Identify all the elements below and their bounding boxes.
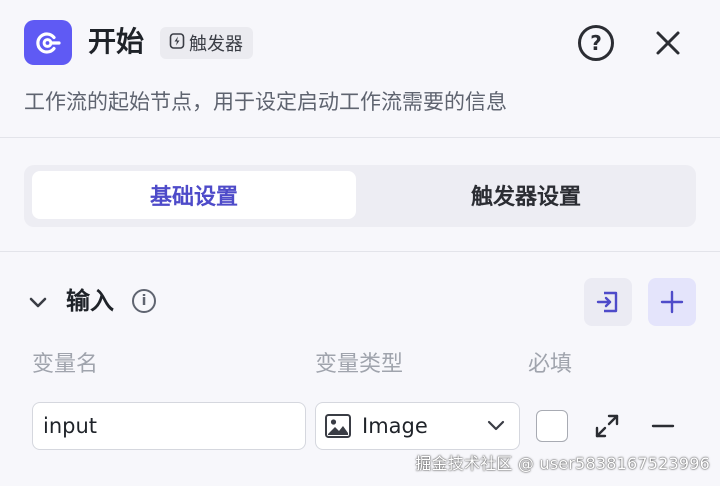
info-icon[interactable]: i xyxy=(132,289,156,313)
image-icon xyxy=(325,414,351,438)
node-title: 开始 xyxy=(88,25,145,58)
add-variable-button[interactable] xyxy=(648,278,696,326)
lightning-icon xyxy=(168,32,186,55)
variable-name-input[interactable] xyxy=(32,402,306,450)
node-header: 开始 触发器 ? 工作流的起始节点，用于设定启动工作流需要的信息 xyxy=(0,0,720,138)
trigger-badge: 触发器 xyxy=(160,27,253,59)
close-icon xyxy=(656,31,680,55)
column-header-variable-name: 变量名 xyxy=(32,352,99,377)
import-variables-button[interactable] xyxy=(584,278,632,326)
column-header-variable-type: 变量类型 xyxy=(315,352,404,377)
import-icon xyxy=(596,291,618,313)
input-section-title: 输入 xyxy=(66,287,114,315)
chevron-down-icon xyxy=(487,420,505,431)
settings-tabs-area: 基础设置 触发器设置 xyxy=(0,139,720,252)
plus-icon xyxy=(660,290,684,314)
tab-trigger-settings[interactable]: 触发器设置 xyxy=(364,171,688,219)
node-description: 工作流的起始节点，用于设定启动工作流需要的信息 xyxy=(24,90,507,114)
remove-variable-icon[interactable] xyxy=(650,413,676,439)
collapse-chevron-icon[interactable] xyxy=(28,293,48,313)
info-glyph: i xyxy=(141,293,147,309)
trigger-badge-label: 触发器 xyxy=(189,34,243,55)
variable-type-value: Image xyxy=(362,414,428,438)
variable-type-select[interactable]: Image xyxy=(315,402,520,450)
settings-tabs: 基础设置 触发器设置 xyxy=(24,165,696,227)
expand-icon[interactable] xyxy=(594,413,620,439)
question-icon: ? xyxy=(590,31,602,55)
close-button[interactable] xyxy=(652,27,684,59)
tab-basic-settings[interactable]: 基础设置 xyxy=(32,171,356,219)
help-button[interactable]: ? xyxy=(578,25,614,61)
watermark: 掘金技术社区 @ user5838167523996 xyxy=(415,454,710,473)
start-node-icon xyxy=(24,20,72,65)
column-header-required: 必填 xyxy=(528,352,573,377)
required-checkbox[interactable] xyxy=(536,410,568,442)
